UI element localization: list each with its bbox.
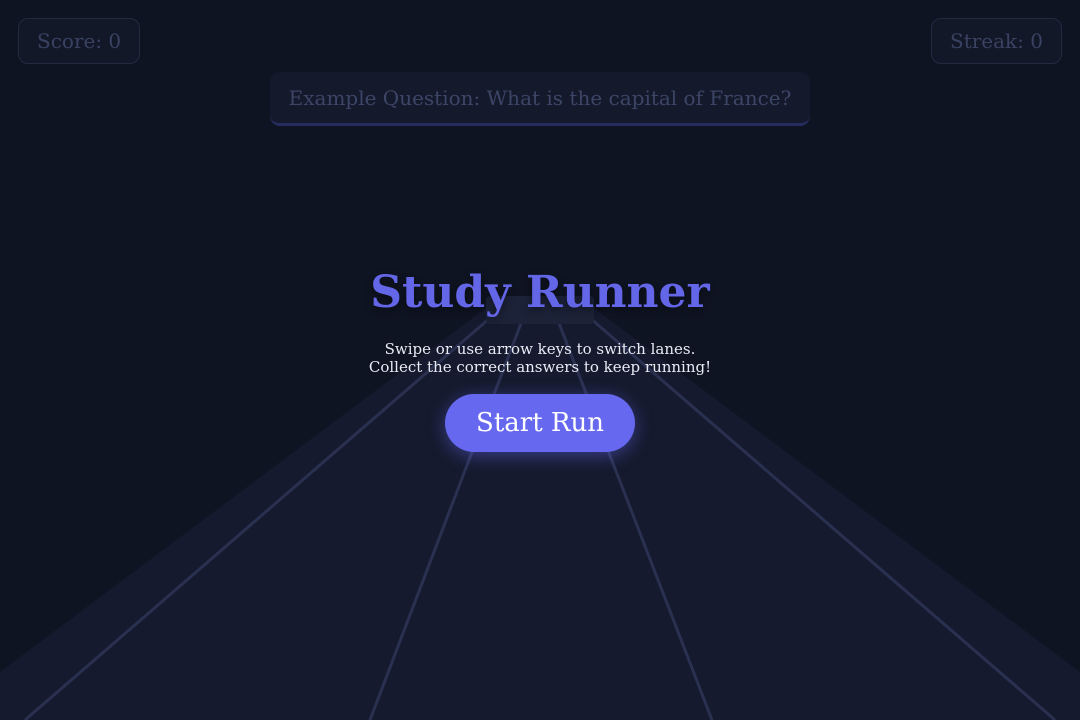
score-label: Score: 0	[37, 29, 122, 53]
question-text: Example Question: What is the capital of…	[288, 86, 792, 110]
start-run-button[interactable]: Start Run	[445, 394, 635, 452]
question-panel: Example Question: What is the capital of…	[270, 72, 810, 126]
instruction-line: Collect the correct answers to keep runn…	[368, 358, 712, 376]
streak-label: Streak: 0	[950, 29, 1043, 53]
instructions: Swipe or use arrow keys to switch lanes.…	[0, 340, 1080, 376]
instruction-line: Swipe or use arrow keys to switch lanes.	[384, 340, 696, 358]
game-stage: Score: 0 Streak: 0 Example Question: Wha…	[0, 0, 1080, 720]
score-display: Score: 0	[18, 18, 141, 64]
game-title: Study Runner	[370, 267, 710, 318]
streak-display: Streak: 0	[931, 18, 1062, 64]
start-overlay: Study Runner Swipe or use arrow keys to …	[0, 262, 1080, 452]
